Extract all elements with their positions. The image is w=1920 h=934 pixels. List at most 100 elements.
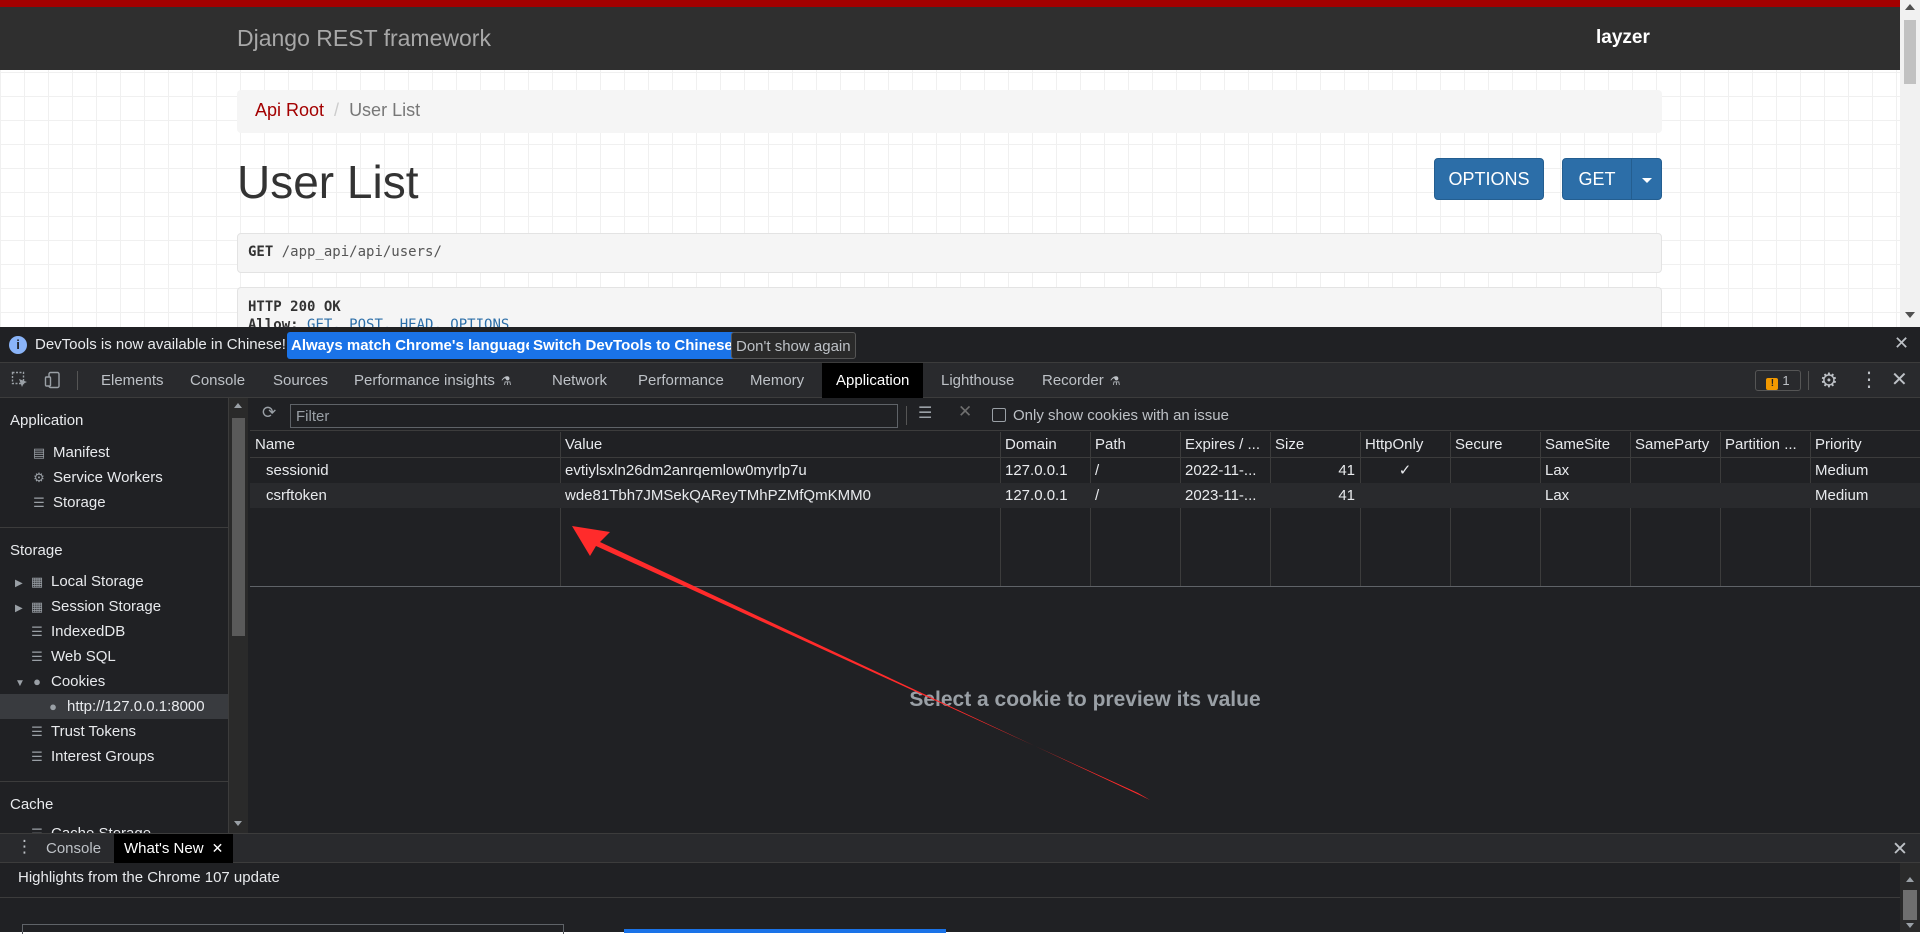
get-format-dropdown[interactable]: [1631, 158, 1662, 200]
scroll-up-arrow-icon[interactable]: [1905, 4, 1915, 10]
issues-counter[interactable]: ! 1: [1755, 370, 1801, 391]
close-devtools-icon[interactable]: ✕: [1891, 367, 1908, 392]
sidebar-item-label: Trust Tokens: [51, 723, 137, 740]
caret-down-icon: [1641, 177, 1652, 183]
drawer-menu-kebab-icon[interactable]: ⋮: [16, 837, 33, 857]
column-header-name[interactable]: Name: [250, 432, 560, 457]
drawer-tab-console[interactable]: Console: [46, 834, 101, 863]
sidebar-item-service-workers[interactable]: ⚙ Service Workers: [31, 465, 163, 490]
scroll-up-arrow-icon[interactable]: [234, 403, 242, 408]
column-header-partition[interactable]: Partition ...: [1720, 432, 1810, 457]
cell-path: /: [1095, 487, 1100, 504]
sidebar-item-label: Cache Storage: [51, 825, 151, 833]
tab-lighthouse[interactable]: Lighthouse: [941, 363, 1014, 398]
cell-secure: [1450, 458, 1540, 483]
breadcrumb: Api Root / User List: [237, 90, 1662, 133]
expand-triangle-icon[interactable]: ▶: [15, 596, 27, 621]
scroll-thumb[interactable]: [1904, 20, 1916, 84]
tab-elements[interactable]: Elements: [101, 363, 164, 398]
sidebar-section-application: Application: [10, 412, 84, 429]
brand-link[interactable]: Django REST framework: [237, 25, 491, 52]
issue-only-checkbox[interactable]: [992, 408, 1006, 422]
inspect-element-icon[interactable]: [11, 371, 29, 389]
refresh-icon[interactable]: ⟳: [262, 403, 276, 423]
column-header-sameparty[interactable]: SameParty: [1630, 432, 1720, 457]
collapse-triangle-icon[interactable]: ▼: [15, 671, 27, 696]
sidebar-item-indexeddb[interactable]: ☰ IndexedDB: [29, 619, 125, 644]
sidebar-scrollbar[interactable]: [229, 398, 248, 833]
drawer-tab-whats-new[interactable]: What's New ✕: [114, 834, 234, 863]
experiment-flask-icon: ⚗: [1109, 374, 1121, 388]
page-scrollbar[interactable]: [1900, 0, 1920, 327]
cell-secure: [1450, 483, 1540, 508]
column-header-secure[interactable]: Secure: [1450, 432, 1540, 457]
cell-path: /: [1095, 462, 1100, 479]
column-header-size[interactable]: Size: [1270, 432, 1360, 457]
sidebar-item-manifest[interactable]: ▤ Manifest: [31, 440, 110, 465]
scroll-up-arrow-icon[interactable]: [1906, 877, 1914, 882]
scroll-thumb[interactable]: [232, 418, 245, 636]
tab-sources[interactable]: Sources: [273, 363, 328, 398]
close-drawer-icon[interactable]: ✕: [1892, 838, 1908, 861]
cookie-icon: ●: [33, 674, 41, 689]
column-header-domain[interactable]: Domain: [1000, 432, 1090, 457]
tab-application[interactable]: Application: [822, 363, 924, 398]
whats-new-video-banner[interactable]: [624, 929, 946, 933]
sidebar-item-cache-storage[interactable]: ☰ Cache Storage: [29, 821, 151, 833]
cell-priority: Medium: [1815, 487, 1869, 504]
drawer-scrollbar[interactable]: [1900, 863, 1920, 932]
cell-name: csrftoken: [266, 487, 327, 504]
table-row[interactable]: csrftoken wde81Tbh7JMSekQAReyTMhPZMfQmKM…: [250, 483, 1920, 508]
settings-gear-icon[interactable]: ⚙: [1820, 368, 1838, 393]
more-options-kebab-icon[interactable]: ⋮: [1859, 367, 1879, 392]
tab-recorder[interactable]: Recorder ⚗: [1042, 363, 1120, 398]
scroll-down-arrow-icon[interactable]: [234, 821, 242, 826]
column-header-priority[interactable]: Priority: [1810, 432, 1920, 457]
sidebar-item-trust-tokens[interactable]: ☰ Trust Tokens: [29, 719, 136, 744]
drawer-tabbar: ⋮ Console What's New ✕ ✕: [0, 833, 1920, 863]
tab-memory[interactable]: Memory: [750, 363, 804, 398]
column-header-path[interactable]: Path: [1090, 432, 1180, 457]
close-tab-icon[interactable]: ✕: [212, 840, 224, 856]
delete-selected-icon[interactable]: ✕: [958, 402, 972, 422]
tab-console[interactable]: Console: [190, 363, 245, 398]
user-menu[interactable]: layzer: [1596, 27, 1650, 49]
column-header-httponly[interactable]: HttpOnly: [1360, 432, 1450, 457]
sidebar-item-session-storage[interactable]: ▶ ▦ Session Storage: [15, 594, 161, 619]
sidebar-item-cookie-origin[interactable]: ● http://127.0.0.1:8000: [0, 694, 228, 719]
cookie-panel: ⟳ ☰ ✕ Only show cookies with an issue Na…: [250, 398, 1920, 833]
device-toolbar-icon[interactable]: [44, 371, 62, 389]
column-header-value[interactable]: Value: [560, 432, 1000, 457]
sidebar-item-web-sql[interactable]: ☰ Web SQL: [29, 644, 116, 669]
tab-recorder-label: Recorder: [1042, 372, 1104, 389]
cell-size: 41: [1338, 487, 1355, 504]
switch-to-chinese-button[interactable]: Switch DevTools to Chinese: [529, 332, 737, 359]
infobar-close-icon[interactable]: ✕: [1894, 333, 1909, 354]
dont-show-again-button[interactable]: Don't show again: [731, 332, 856, 359]
scroll-thumb[interactable]: [1903, 890, 1917, 920]
tab-performance[interactable]: Performance: [638, 363, 724, 398]
match-language-button[interactable]: Always match Chrome's language: [287, 332, 538, 359]
tab-performance-insights[interactable]: Performance insights ⚗: [354, 363, 512, 398]
scroll-down-arrow-icon[interactable]: [1905, 312, 1915, 318]
options-button[interactable]: OPTIONS: [1434, 158, 1544, 200]
get-button[interactable]: GET: [1562, 158, 1632, 200]
cookie-icon: ●: [49, 699, 57, 714]
column-header-expires[interactable]: Expires / ...: [1180, 432, 1270, 457]
clear-filtered-cookies-icon[interactable]: ☰: [918, 403, 932, 423]
cookie-filter-input[interactable]: [290, 404, 898, 428]
breadcrumb-api-root[interactable]: Api Root: [255, 100, 324, 120]
sidebar-item-cookies[interactable]: ▼ ● Cookies: [15, 669, 105, 694]
drawer-divider: [0, 897, 1900, 898]
cell-httponly: ✓: [1398, 462, 1412, 479]
sidebar-item-interest-groups[interactable]: ☰ Interest Groups: [29, 744, 154, 769]
expand-triangle-icon[interactable]: ▶: [15, 571, 27, 596]
table-row[interactable]: sessionid evtiylsxln26dm2anrqemlow0myrlp…: [250, 458, 1920, 483]
tab-network[interactable]: Network: [552, 363, 607, 398]
sidebar-item-local-storage[interactable]: ▶ ▦ Local Storage: [15, 569, 144, 594]
warning-icon: !: [1766, 378, 1779, 390]
sidebar-item-storage-overview[interactable]: ☰ Storage: [31, 490, 105, 515]
whats-new-panel: Highlights from the Chrome 107 update: [0, 863, 1920, 934]
column-header-samesite[interactable]: SameSite: [1540, 432, 1630, 457]
scroll-down-arrow-icon[interactable]: [1906, 923, 1914, 928]
